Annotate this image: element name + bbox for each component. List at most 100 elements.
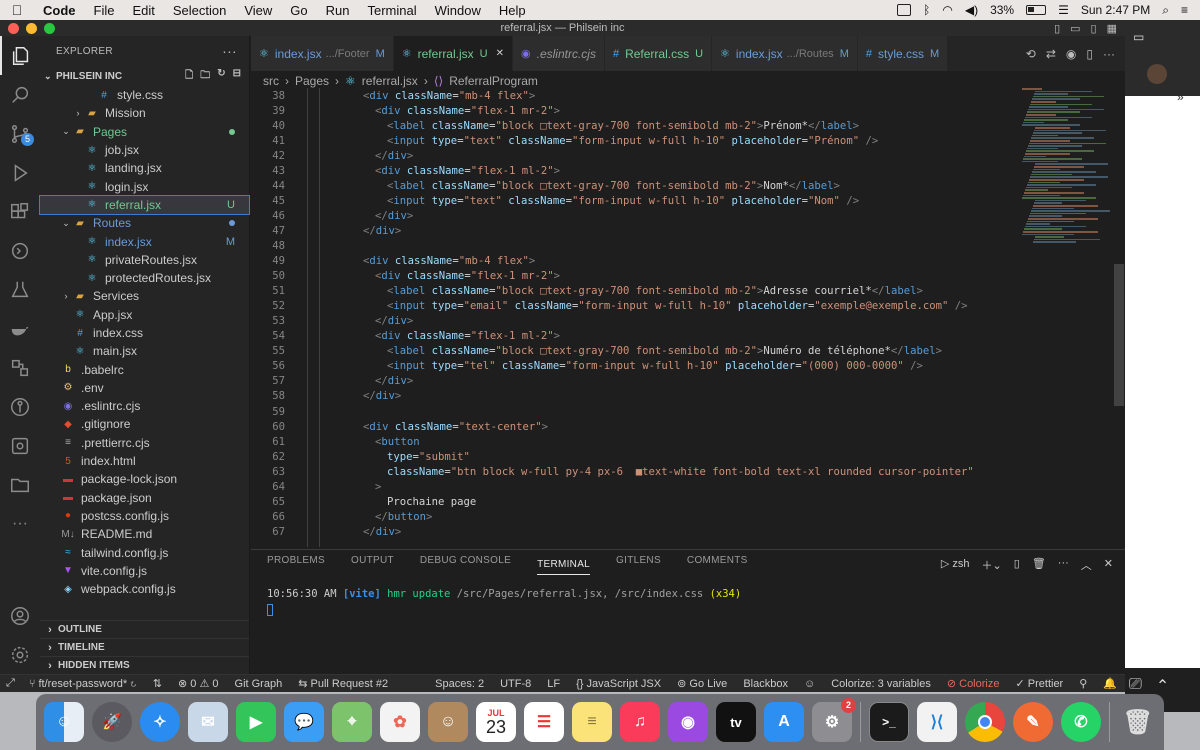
file-babelrc[interactable]: b .babelrc: [40, 360, 249, 378]
remote-explorer-icon[interactable]: [0, 231, 40, 270]
tab-style-css[interactable]: # style.css M: [857, 36, 949, 71]
menu-terminal[interactable]: Terminal: [359, 3, 426, 18]
code-line[interactable]: 59: [251, 404, 1013, 419]
customize-layout-icon[interactable]: ▦: [1107, 21, 1117, 37]
file-privateroutes-jsx[interactable]: ⚛ privateRoutes.jsx: [40, 251, 249, 269]
contacts-icon[interactable]: ☺: [428, 702, 468, 742]
editor-more-icon[interactable]: ···: [1103, 47, 1115, 61]
breadcrumb-item[interactable]: ReferralProgram: [449, 74, 538, 88]
file-prettierrc-cjs[interactable]: ≡ .prettierrc.cjs: [40, 434, 249, 452]
file-job-jsx[interactable]: ⚛ job.jsx: [40, 141, 249, 159]
file-app-jsx[interactable]: ⚛ App.jsx: [40, 306, 249, 324]
system-preferences-icon[interactable]: ⚙ 2: [812, 698, 856, 742]
panel-tab-debug-console[interactable]: DEBUG CONSOLE: [420, 555, 511, 575]
timeline-icon[interactable]: ⟲: [1026, 47, 1036, 61]
folder-services[interactable]: › ▰ Services: [40, 287, 249, 305]
editor-scrollbar[interactable]: [1114, 264, 1124, 406]
project-manager-icon[interactable]: [0, 465, 40, 504]
breadcrumb-item[interactable]: Pages: [295, 74, 329, 88]
testing-icon[interactable]: [0, 270, 40, 309]
eol-status[interactable]: LF: [539, 678, 568, 690]
more-icon[interactable]: ···: [0, 504, 40, 543]
minimap[interactable]: [1016, 88, 1116, 547]
volume-icon[interactable]: ◀): [965, 3, 978, 17]
compare-icon[interactable]: ⇄: [1046, 47, 1056, 61]
notification-center-icon[interactable]: ≡: [1181, 3, 1188, 17]
encoding-status[interactable]: UTF-8: [492, 678, 539, 690]
panel-more-icon[interactable]: ···: [1058, 557, 1069, 573]
breadcrumb-item[interactable]: src: [263, 74, 279, 88]
panel-tab-gitlens[interactable]: GITLENS: [616, 555, 661, 575]
copilot-icon[interactable]: ☺: [796, 678, 823, 690]
control-center-icon[interactable]: ☰: [1058, 3, 1069, 17]
section-hidden-items[interactable]: › HIDDEN ITEMS: [40, 656, 249, 674]
terminal-app-icon[interactable]: >_: [869, 702, 909, 742]
toggle-panel-icon[interactable]: ▭: [1070, 21, 1080, 37]
notifications-icon[interactable]: 🔔: [1095, 677, 1125, 690]
menu-edit[interactable]: Edit: [123, 3, 163, 18]
close-panel-icon[interactable]: ✕: [1104, 557, 1113, 573]
pull-request-status[interactable]: ⇆ Pull Request #2: [290, 677, 396, 690]
git-icon[interactable]: ◉: [1066, 47, 1076, 61]
split-terminal-icon[interactable]: ▯: [1014, 557, 1020, 573]
code-line[interactable]: 56 <input type="tel" className="form-inpu…: [251, 359, 1013, 374]
finder-icon[interactable]: ☺: [44, 702, 84, 742]
calendar-icon[interactable]: JUL 23: [476, 702, 516, 742]
file-index-css[interactable]: # index.css: [40, 324, 249, 342]
code-line[interactable]: 44 <label className="block □text-gray-700…: [251, 178, 1013, 193]
tab-referral-css[interactable]: # Referral.css U: [604, 36, 713, 71]
code-line[interactable]: 40 <label className="block □text-gray-700…: [251, 118, 1013, 133]
app-store-icon[interactable]: A: [764, 702, 804, 742]
remote-icon[interactable]: ⤢: [0, 677, 21, 690]
source-control-icon[interactable]: 5: [0, 114, 40, 153]
minimize-window-button[interactable]: [26, 23, 37, 34]
branch-status[interactable]: ⑂ ft/reset-password* ↻: [21, 678, 145, 690]
menu-run[interactable]: Run: [317, 3, 359, 18]
new-folder-icon[interactable]: 🗀: [200, 68, 210, 85]
section-outline[interactable]: › OUTLINE: [40, 620, 249, 638]
toggle-secondary-sidebar-icon[interactable]: ▯: [1091, 21, 1097, 37]
colorize-vars-status[interactable]: Colorize: 3 variables: [823, 678, 939, 690]
code-line[interactable]: 53 </div>: [251, 314, 1013, 329]
breadcrumb-item[interactable]: referral.jsx: [362, 74, 418, 88]
collapse-all-icon[interactable]: ⊟: [233, 68, 241, 85]
blackbox-status[interactable]: Blackbox: [735, 678, 796, 690]
file-login-jsx[interactable]: ⚛ login.jsx: [40, 177, 249, 195]
feedback-icon[interactable]: ⚲: [1071, 677, 1095, 690]
code-line[interactable]: 66 </button>: [251, 509, 1013, 524]
code-line[interactable]: 50 <div className="flex-1 mr-2">: [251, 269, 1013, 284]
folder-routes[interactable]: ⌄ ▰ Routes: [40, 214, 249, 232]
toggle-sidebar-icon[interactable]: ▯: [1054, 21, 1060, 37]
file-env[interactable]: ⚙ .env: [40, 379, 249, 397]
app-menu[interactable]: Code: [34, 3, 85, 18]
file-main-jsx[interactable]: ⚛ main.jsx: [40, 342, 249, 360]
maximize-panel-icon[interactable]: ︿: [1081, 557, 1092, 573]
tab-referral-jsx[interactable]: ⚛ referral.jsx U ✕: [393, 36, 513, 71]
code-line[interactable]: 62 type="submit": [251, 449, 1013, 464]
code-line[interactable]: 51 <label className="block □text-gray-700…: [251, 284, 1013, 299]
language-status[interactable]: {} JavaScript JSX: [568, 678, 669, 690]
whatsapp-icon[interactable]: ✆: [1061, 702, 1101, 742]
postman-icon[interactable]: ✎: [1013, 702, 1053, 742]
menu-go[interactable]: Go: [281, 3, 316, 18]
code-line[interactable]: 57 </div>: [251, 374, 1013, 389]
file-eslintrc-cjs[interactable]: ◉ .eslintrc.cjs: [40, 397, 249, 415]
folder-pages[interactable]: ⌄ ▰ Pages: [40, 123, 249, 141]
explorer-more-icon[interactable]: ···: [222, 43, 237, 59]
code-line[interactable]: 49 <div className="mb-4 flex">: [251, 254, 1013, 269]
file-protectedroutes-jsx[interactable]: ⚛ protectedRoutes.jsx: [40, 269, 249, 287]
code-line[interactable]: 58 </div>: [251, 389, 1013, 404]
file-webpack-config-js[interactable]: ◈ webpack.config.js: [40, 580, 249, 598]
live-share-icon[interactable]: [0, 348, 40, 387]
tab-eslintrc-cjs[interactable]: ◉ .eslintrc.cjs: [513, 36, 605, 71]
code-line[interactable]: 52 <input type="email" className="form-in…: [251, 299, 1013, 314]
facetime-icon[interactable]: ▶: [236, 702, 276, 742]
photos-icon[interactable]: ✿: [380, 702, 420, 742]
run-debug-icon[interactable]: [0, 153, 40, 192]
code-line[interactable]: 41 <input type="text" className="form-inp…: [251, 133, 1013, 148]
terminal[interactable]: 10:56:30 AM [vite] hmr update /src/Pages…: [251, 580, 1125, 627]
code-line[interactable]: 38 <div className="mb-4 flex">: [251, 88, 1013, 103]
code-line[interactable]: 42 </div>: [251, 148, 1013, 163]
menu-view[interactable]: View: [235, 3, 281, 18]
vscode-app-icon[interactable]: ⟩⟨: [917, 702, 957, 742]
